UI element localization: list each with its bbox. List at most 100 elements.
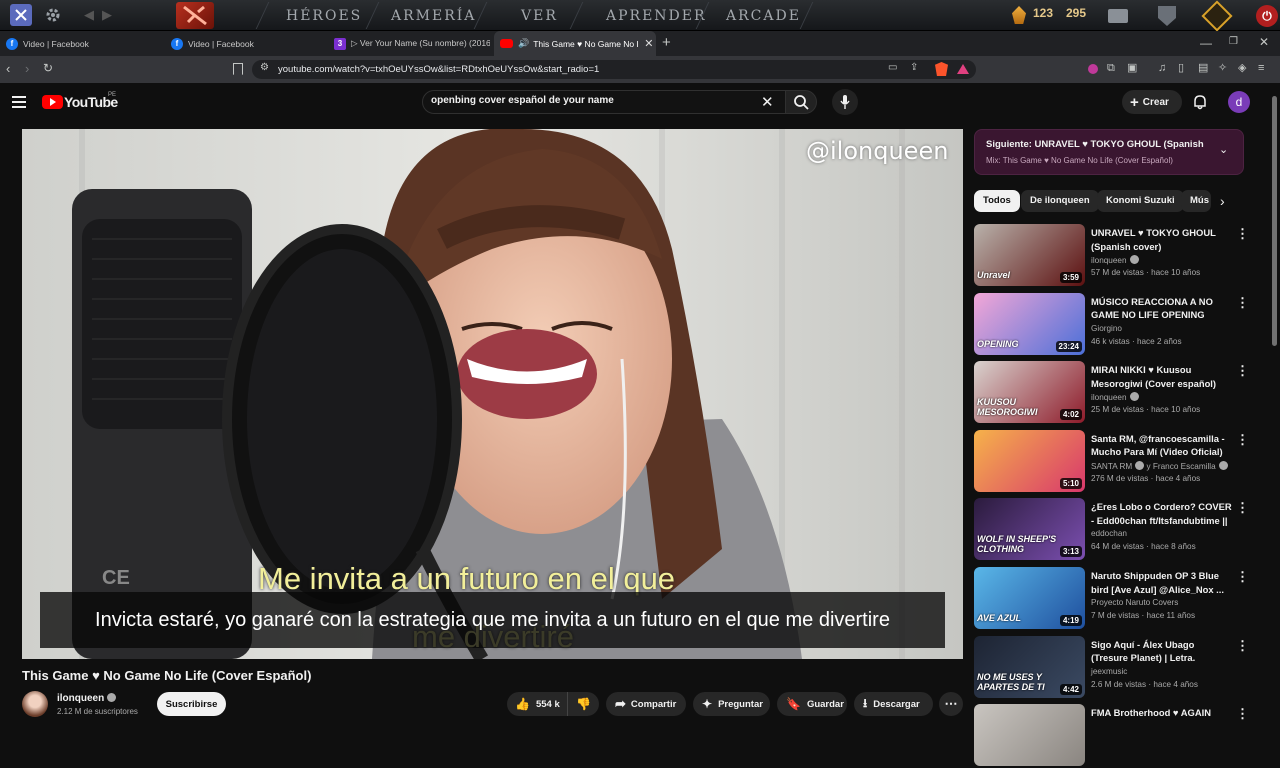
brave-shield-icon[interactable] [935, 62, 948, 76]
notifications-bell-icon[interactable] [1193, 94, 1207, 110]
chips-next-arrow-icon[interactable]: › [1220, 193, 1225, 209]
channel-avatar[interactable] [22, 691, 48, 717]
related-video-item[interactable]: AVE AZUL 4:19 Naruto Shippuden OP 3 Blue b… [974, 567, 1264, 631]
download-button[interactable]: ⭳ Descargar [854, 692, 933, 716]
search-input[interactable]: openbing cover español de your name [431, 95, 614, 106]
related-video-channel[interactable]: SANTA RM y Franco Escamilla [1091, 460, 1228, 471]
nav-watch[interactable]: VER [521, 0, 558, 31]
clear-search-icon[interactable]: ✕ [761, 93, 774, 111]
related-video-item[interactable]: OPENING 23:24 MÚSICO REACCIONA A NO GAME N… [974, 292, 1264, 357]
power-icon[interactable]: ⏻ [1256, 5, 1278, 27]
more-options-icon[interactable]: ⋮ [1236, 501, 1249, 514]
video-thumbnail[interactable]: Unravel 3:59 [974, 224, 1085, 286]
avatar[interactable]: d [1228, 91, 1250, 113]
search-button[interactable] [785, 90, 817, 114]
tab-facebook-2[interactable]: f Video | Facebook [165, 31, 325, 56]
related-video-title[interactable]: MÚSICO REACCIONA A NO GAME NO LIFE OPENI… [1091, 295, 1233, 322]
share-button[interactable]: ➦ Compartir [606, 692, 686, 716]
like-button[interactable]: 👍 554 k [507, 692, 567, 716]
more-options-icon[interactable]: ⋮ [1236, 707, 1249, 720]
dota-logo-icon[interactable] [176, 2, 214, 29]
video-thumbnail[interactable]: AVE AZUL 4:19 [974, 567, 1085, 629]
screenshot-icon[interactable]: ▣ [1127, 63, 1137, 74]
related-video-title[interactable]: UNRAVEL ♥ TOKYO GHOUL (Spanish cover) [1091, 226, 1233, 253]
related-video-item[interactable]: 5:10 Santa RM, @francoescamilla - Mucho P… [974, 429, 1264, 494]
rank-badge-icon[interactable] [1201, 0, 1233, 32]
create-button[interactable]: + Crear [1122, 90, 1182, 114]
brave-rewards-icon[interactable] [957, 64, 969, 74]
tab-facebook-1[interactable]: f Video | Facebook [0, 31, 165, 56]
video-thumbnail[interactable]: 5:10 [974, 429, 1085, 492]
channel-name[interactable]: ilonqueen [57, 693, 117, 704]
mix-playlist-panel[interactable]: Siguiente: UNRAVEL ♥ TOKYO GHOUL (Spanis… [974, 129, 1244, 175]
ask-button[interactable]: ✦ Preguntar [693, 692, 770, 716]
close-window-icon[interactable]: ✕ [1259, 36, 1269, 48]
back-icon[interactable]: ‹ [6, 62, 10, 75]
more-options-icon[interactable]: ⋮ [1236, 227, 1249, 240]
related-video-item[interactable]: WOLF IN SHEEP'S CLOTHING 3:13 ¿Eres Lobo o… [974, 498, 1264, 562]
related-video-title[interactable]: FMA Brotherhood ♥ AGAIN [1091, 706, 1233, 720]
app-menu-icon[interactable] [10, 4, 32, 26]
subscribe-button[interactable]: Suscribirse [157, 692, 226, 716]
related-video-title[interactable]: MIRAI NIKKI ♥ Kuusou Mesorogiwi (Cover e… [1091, 363, 1233, 390]
more-options-icon[interactable]: ⋮ [1236, 570, 1249, 583]
youtube-logo-icon[interactable] [42, 95, 63, 109]
video-thumbnail[interactable]: WOLF IN SHEEP'S CLOTHING 3:13 [974, 498, 1085, 561]
related-video-item[interactable]: KUUSOU MESOROGIWI 4:02 MIRAI NIKKI ♥ Kuuso… [974, 361, 1264, 425]
url-text[interactable]: youtube.com/watch?v=txhOeUYssOw&list=RDt… [278, 60, 599, 79]
settings-gear-icon[interactable] [42, 4, 64, 26]
extensions-puzzle-icon[interactable]: ⧉ [1107, 63, 1115, 74]
new-tab-button[interactable]: + [662, 34, 671, 51]
related-video-title[interactable]: Santa RM, @francoescamilla - Mucho Para … [1091, 432, 1233, 459]
related-video-title[interactable]: Naruto Shippuden OP 3 Blue bird [Ave Azu… [1091, 569, 1233, 596]
minimize-icon[interactable]: — [1200, 37, 1212, 49]
more-options-icon[interactable]: ⋮ [1236, 364, 1249, 377]
restore-icon[interactable]: ❐ [1229, 37, 1238, 47]
nav-heroes[interactable]: HÉROES [286, 0, 362, 31]
bookmark-icon[interactable] [233, 63, 243, 75]
cast-icon[interactable]: ▭ [888, 63, 897, 73]
video-thumbnail[interactable]: OPENING 23:24 [974, 292, 1085, 355]
hamburger-menu-icon[interactable] [12, 96, 26, 108]
nav-arcade[interactable]: ARCADE [726, 0, 801, 31]
dislike-button[interactable]: 👎 [567, 692, 599, 716]
tab-anime-site[interactable]: 3 ▷ Ver Your Name (Su nombre) (2016 [328, 31, 490, 56]
leo-ai-icon[interactable]: ✧ [1218, 63, 1227, 74]
related-video-item[interactable]: Unravel 3:59 UNRAVEL ♥ TOKYO GHOUL (Spanis… [974, 224, 1264, 288]
related-video-channel[interactable]: jeexmusic [1091, 667, 1127, 676]
related-video-channel[interactable]: ilonqueen [1091, 255, 1139, 265]
more-actions-button[interactable]: ⋯ [939, 692, 963, 716]
more-options-icon[interactable]: ⋮ [1236, 296, 1249, 309]
page-scrollbar-thumb[interactable] [1272, 96, 1277, 346]
sidebar-toggle-icon[interactable]: ▯ [1178, 63, 1184, 74]
video-thumbnail[interactable]: KUUSOU MESOROGIWI 4:02 [974, 361, 1085, 424]
tab-youtube-active[interactable]: 🔊 This Game ♥ No Game No Lif ✕ [494, 31, 656, 56]
related-video-title[interactable]: ¿Eres Lobo o Cordero? COVER - Edd00chan … [1091, 500, 1233, 527]
wallet-icon[interactable]: ▤ [1198, 63, 1208, 74]
nav-learn[interactable]: APRENDER [606, 0, 707, 31]
reload-icon[interactable]: ↻ [43, 62, 53, 74]
save-button[interactable]: 🔖 Guardar [777, 692, 847, 716]
close-tab-icon[interactable]: ✕ [644, 37, 653, 50]
related-video-channel[interactable]: Proyecto Naruto Covers [1091, 598, 1178, 607]
armory-shield-icon[interactable] [1158, 6, 1176, 26]
chip-music[interactable]: Mús [1181, 190, 1211, 212]
related-video-item[interactable]: NO ME USES Y APARTES DE TI 4:42 Sigo Aquí … [974, 635, 1264, 700]
related-video-item[interactable]: FMA Brotherhood ♥ AGAIN ⋮ [974, 704, 1264, 768]
related-video-channel[interactable]: Giorgino [1091, 324, 1122, 333]
expand-chevron-icon[interactable]: ⌄ [1219, 143, 1228, 156]
video-thumbnail[interactable]: NO ME USES Y APARTES DE TI 4:42 [974, 635, 1085, 698]
related-video-title[interactable]: Sigo Aquí - Álex Ubago (Tresure Planet) … [1091, 638, 1233, 665]
related-video-channel[interactable]: ilonqueen [1091, 392, 1139, 402]
related-video-channel[interactable]: eddochan [1091, 529, 1127, 538]
mail-icon[interactable] [1108, 9, 1128, 23]
more-options-icon[interactable]: ⋮ [1236, 433, 1249, 446]
voice-search-button[interactable] [832, 89, 858, 115]
chip-all[interactable]: Todos [974, 190, 1020, 212]
site-info-icon[interactable]: ⚙ [260, 63, 269, 73]
more-options-icon[interactable]: ⋮ [1236, 639, 1249, 652]
forward-arrow-icon[interactable]: ▶ [96, 4, 118, 26]
nav-armory[interactable]: ARMERÍA [391, 0, 476, 31]
vpn-icon[interactable]: ◈ [1238, 63, 1246, 74]
forward-icon[interactable]: › [25, 62, 29, 75]
